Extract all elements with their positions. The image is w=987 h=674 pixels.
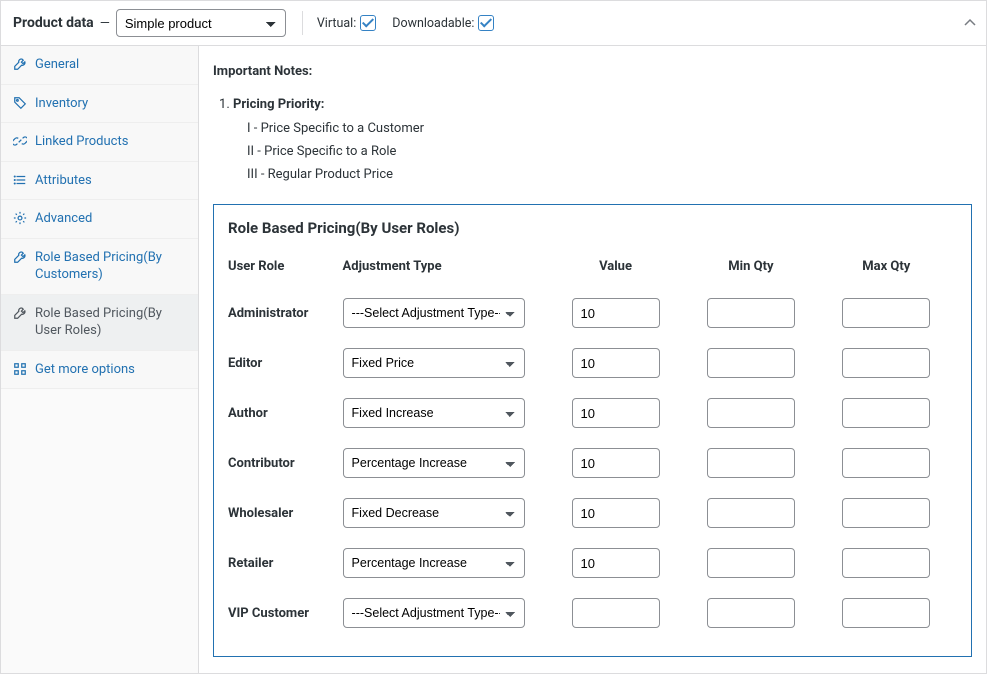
- sidebar-item-label: Role Based Pricing(By Customers): [35, 249, 186, 284]
- role-label: Administrator: [228, 288, 343, 338]
- max-input[interactable]: [842, 498, 930, 528]
- role-label: Wholesaler: [228, 488, 343, 538]
- downloadable-label: Downloadable:: [392, 16, 474, 31]
- min-input[interactable]: [707, 498, 795, 528]
- gear-icon: [13, 211, 27, 225]
- max-input[interactable]: [842, 548, 930, 578]
- sidebar-item[interactable]: Attributes: [1, 162, 198, 201]
- value-input[interactable]: [572, 398, 660, 428]
- sidebar-item[interactable]: Role Based Pricing(By Customers): [1, 239, 198, 295]
- virtual-checkbox[interactable]: [360, 15, 376, 31]
- sidebar-item-label: General: [35, 56, 186, 74]
- max-input[interactable]: [842, 398, 930, 428]
- adjustment-select[interactable]: ---Select Adjustment Type---Fixed PriceF…: [343, 498, 525, 528]
- header-separator: [302, 11, 303, 35]
- col-header-role: User Role: [228, 251, 343, 288]
- wrench-icon: [13, 306, 27, 320]
- role-label: Contributor: [228, 438, 343, 488]
- value-input[interactable]: [572, 548, 660, 578]
- value-input[interactable]: [572, 498, 660, 528]
- col-header-max: Max Qty: [822, 251, 957, 288]
- adjustment-select[interactable]: ---Select Adjustment Type---Fixed PriceF…: [343, 448, 525, 478]
- pricing-row: Contributor---Select Adjustment Type---F…: [228, 438, 957, 488]
- panel-header: Product data — Simple product Virtual: D…: [1, 1, 986, 46]
- sidebar-item[interactable]: Get more options: [1, 351, 198, 390]
- sidebar-item[interactable]: Advanced: [1, 200, 198, 239]
- notes-list: Pricing Priority: I - Price Specific to …: [213, 97, 972, 186]
- col-header-min: Min Qty: [686, 251, 821, 288]
- wrench-icon: [13, 250, 27, 264]
- value-input[interactable]: [572, 448, 660, 478]
- sidebar-item-label: Attributes: [35, 172, 186, 190]
- adjustment-select[interactable]: ---Select Adjustment Type---Fixed PriceF…: [343, 398, 525, 428]
- col-header-value: Value: [551, 251, 686, 288]
- notes-title: Important Notes:: [213, 64, 972, 79]
- role-label: Retailer: [228, 538, 343, 588]
- value-input[interactable]: [572, 348, 660, 378]
- role-label: Author: [228, 388, 343, 438]
- role-label: VIP Customer: [228, 588, 343, 638]
- pricing-row: Retailer---Select Adjustment Type---Fixe…: [228, 538, 957, 588]
- pricing-row: Wholesaler---Select Adjustment Type---Fi…: [228, 488, 957, 538]
- collapse-toggle[interactable]: [964, 17, 976, 29]
- col-header-adjustment: Adjustment Type: [343, 251, 551, 288]
- sidebar-item-label: Inventory: [35, 95, 186, 113]
- sidebar-item[interactable]: Inventory: [1, 85, 198, 124]
- sidebar-item[interactable]: Linked Products: [1, 123, 198, 162]
- max-input[interactable]: [842, 448, 930, 478]
- role-label: Editor: [228, 338, 343, 388]
- caret-up-icon: [964, 17, 976, 29]
- adjustment-select[interactable]: ---Select Adjustment Type---Fixed PriceF…: [343, 548, 525, 578]
- max-input[interactable]: [842, 348, 930, 378]
- sidebar-item[interactable]: Role Based Pricing(By User Roles): [1, 295, 198, 351]
- product-data-panel: Product data — Simple product Virtual: D…: [0, 0, 987, 674]
- sidebar-item-label: Linked Products: [35, 133, 186, 151]
- sidebar-item-label: Get more options: [35, 361, 186, 379]
- link-icon: [13, 134, 27, 148]
- wrench-icon: [13, 57, 27, 71]
- notes-line: II - Price Specific to a Role: [247, 141, 972, 164]
- panel-body: General Inventory Linked Products Attribute…: [1, 46, 986, 673]
- min-input[interactable]: [707, 348, 795, 378]
- panel-title-dash: —: [100, 16, 110, 31]
- max-input[interactable]: [842, 598, 930, 628]
- panel-title: Product data: [13, 15, 94, 31]
- notes-head: Pricing Priority:: [233, 97, 324, 112]
- min-input[interactable]: [707, 448, 795, 478]
- sidebar-item[interactable]: General: [1, 46, 198, 85]
- value-input[interactable]: [572, 598, 660, 628]
- max-input[interactable]: [842, 298, 930, 328]
- min-input[interactable]: [707, 298, 795, 328]
- tag-icon: [13, 96, 27, 110]
- pricing-title: Role Based Pricing(By User Roles): [228, 219, 957, 237]
- list-icon: [13, 173, 27, 187]
- adjustment-select[interactable]: ---Select Adjustment Type---Fixed PriceF…: [343, 298, 525, 328]
- adjustment-select[interactable]: ---Select Adjustment Type---Fixed PriceF…: [343, 598, 525, 628]
- content-area: Important Notes: Pricing Priority: I - P…: [199, 46, 986, 673]
- pricing-row: Author---Select Adjustment Type---Fixed …: [228, 388, 957, 438]
- min-input[interactable]: [707, 598, 795, 628]
- pricing-table: User Role Adjustment Type Value Min Qty …: [228, 251, 957, 638]
- virtual-label: Virtual:: [317, 16, 356, 31]
- notes-line: I - Price Specific to a Customer: [247, 118, 972, 141]
- apps-icon: [13, 362, 27, 376]
- adjustment-select[interactable]: ---Select Adjustment Type---Fixed PriceF…: [343, 348, 525, 378]
- notes-line: III - Regular Product Price: [247, 164, 972, 187]
- downloadable-checkbox[interactable]: [478, 15, 494, 31]
- pricing-row: VIP Customer---Select Adjustment Type---…: [228, 588, 957, 638]
- sidebar-item-label: Advanced: [35, 210, 186, 228]
- notes-sublines: I - Price Specific to a CustomerII - Pri…: [233, 118, 972, 186]
- product-type-select[interactable]: Simple product: [116, 9, 286, 37]
- pricing-box: Role Based Pricing(By User Roles) User R…: [213, 204, 972, 657]
- pricing-row: Administrator---Select Adjustment Type--…: [228, 288, 957, 338]
- value-input[interactable]: [572, 298, 660, 328]
- sidebar: General Inventory Linked Products Attribute…: [1, 46, 199, 673]
- min-input[interactable]: [707, 398, 795, 428]
- pricing-row: Editor---Select Adjustment Type---Fixed …: [228, 338, 957, 388]
- sidebar-item-label: Role Based Pricing(By User Roles): [35, 305, 186, 340]
- min-input[interactable]: [707, 548, 795, 578]
